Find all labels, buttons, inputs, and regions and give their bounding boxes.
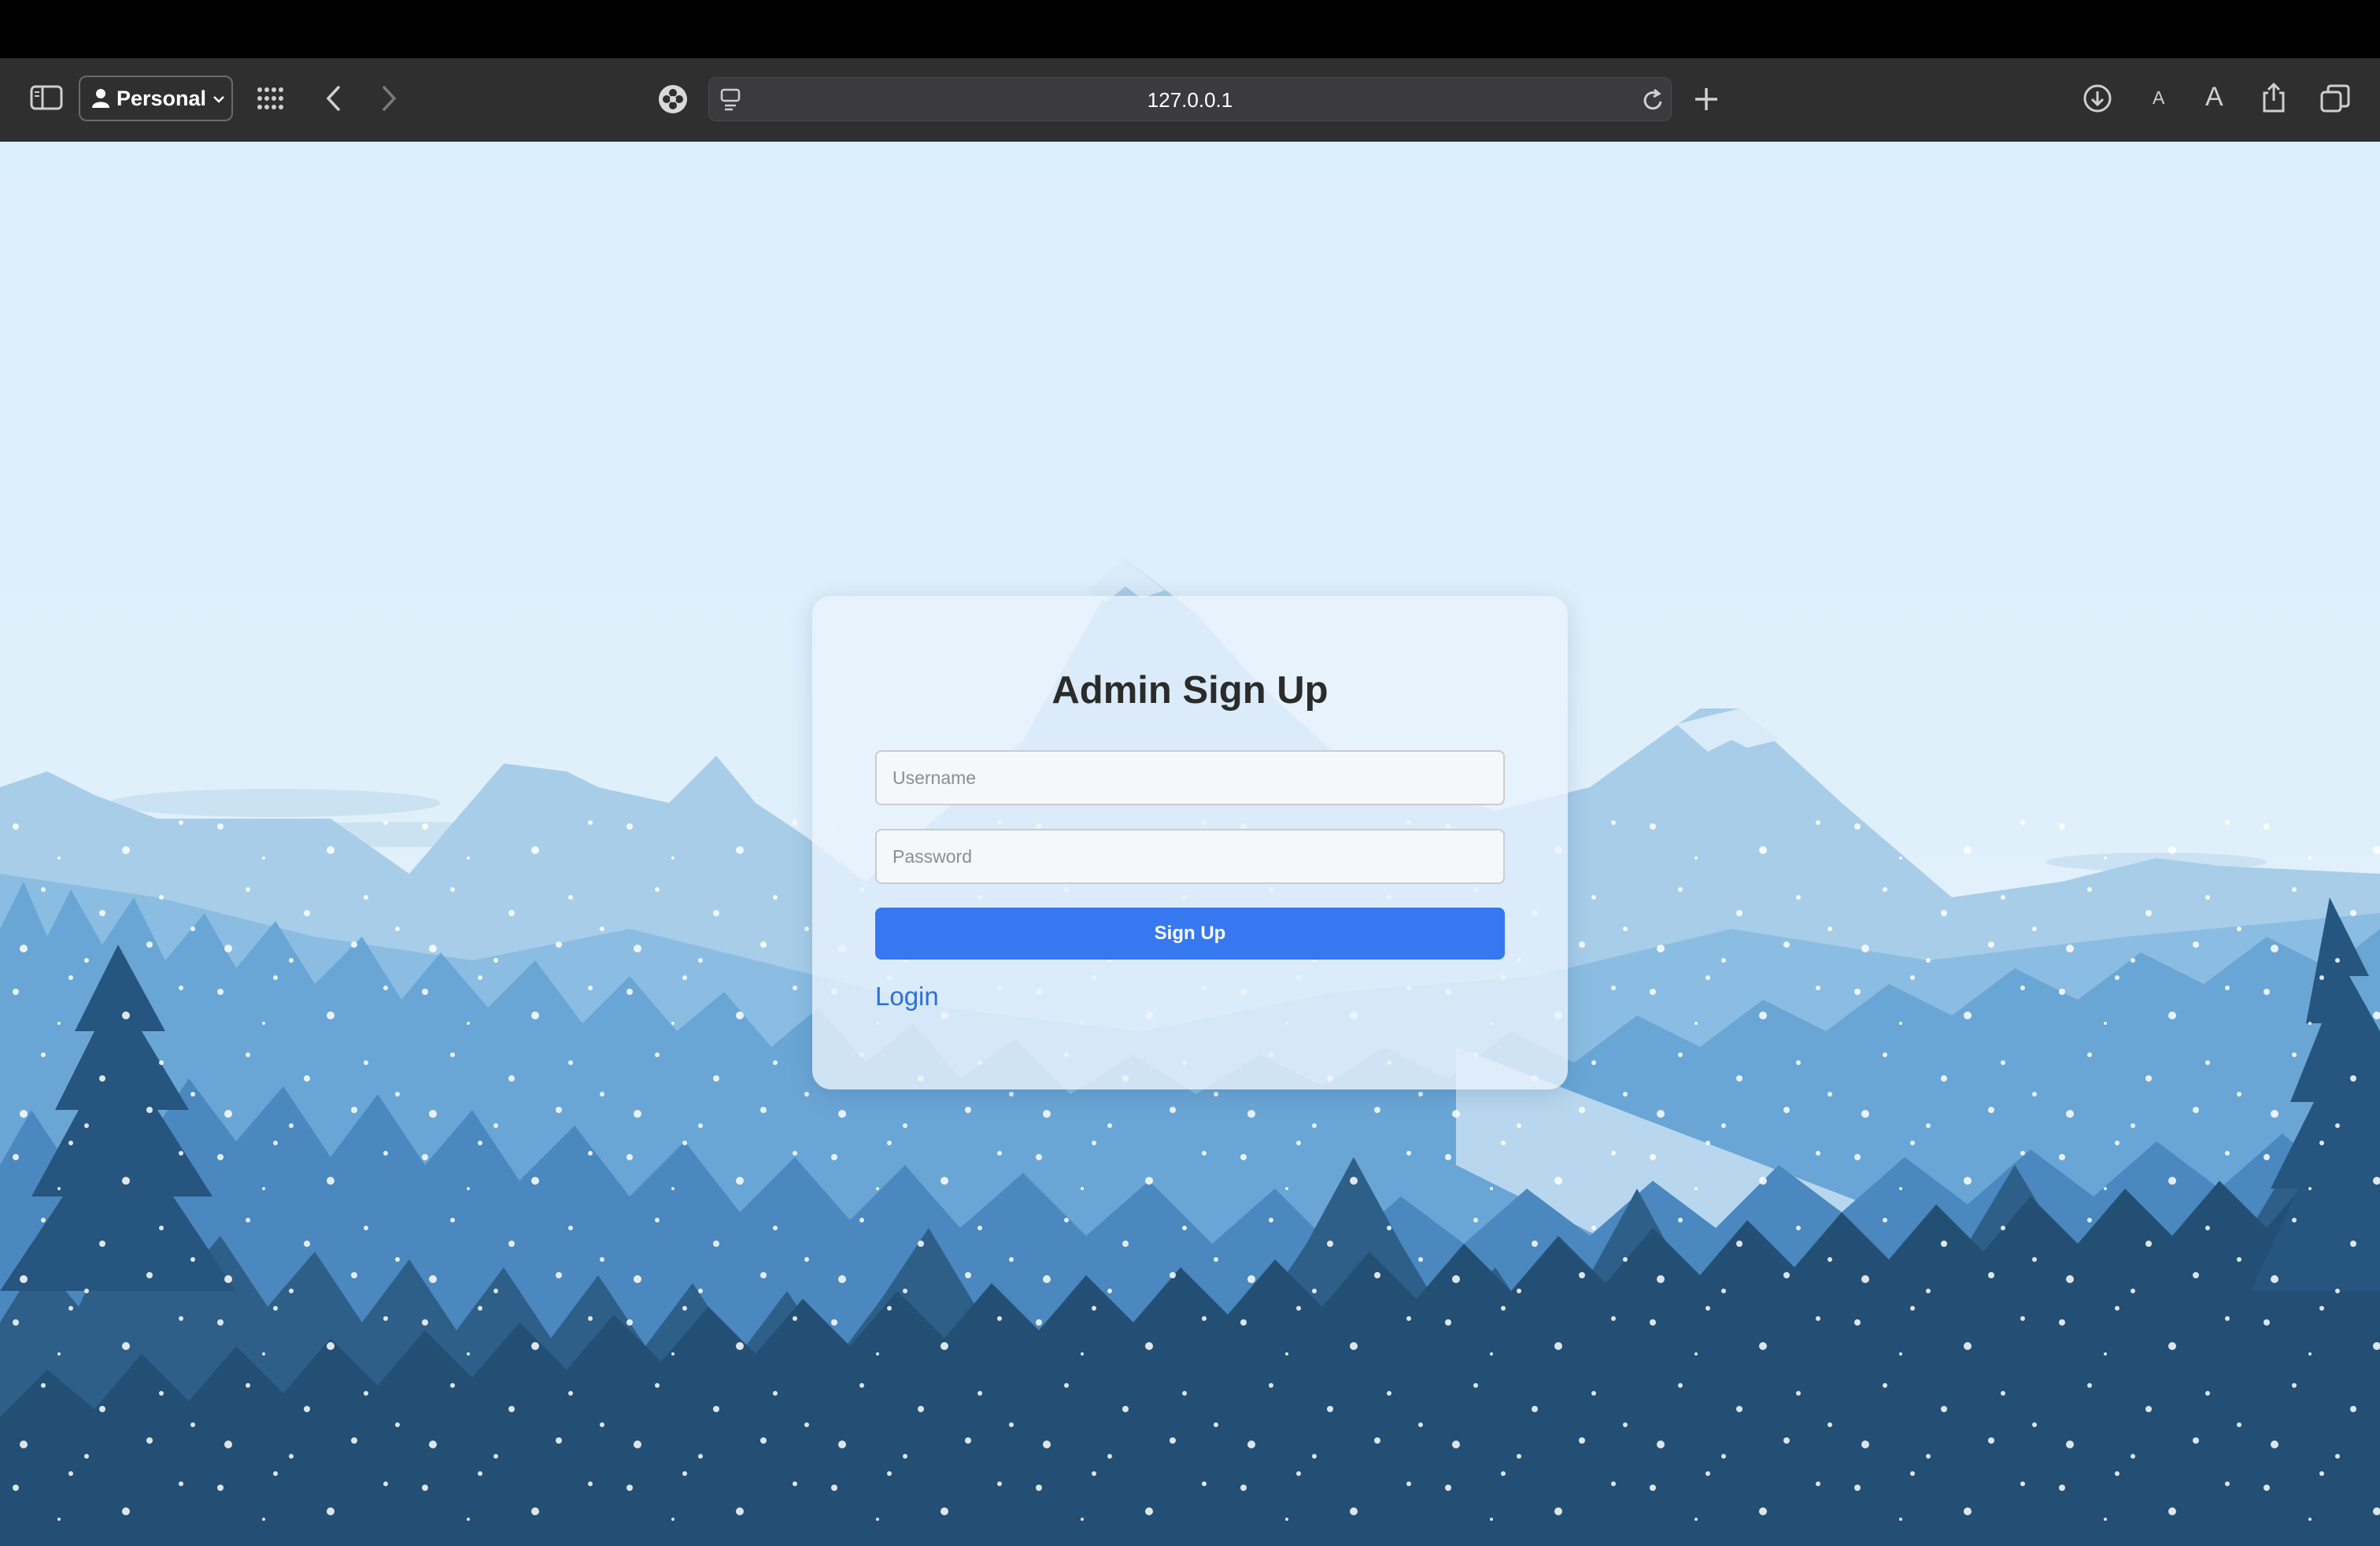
- url-text[interactable]: 127.0.0.1: [709, 88, 1671, 113]
- page-title: Admin Sign Up: [1051, 669, 1329, 712]
- username-field[interactable]: [875, 750, 1505, 805]
- chevron-down-icon: [213, 94, 225, 104]
- profile-name: Personal: [116, 87, 207, 110]
- signup-card: Admin Sign Up Sign Up Login: [812, 596, 1568, 1089]
- text-smaller-button[interactable]: A: [2153, 87, 2164, 109]
- profile-switcher[interactable]: Personal: [79, 76, 233, 121]
- tabs-icon[interactable]: [2320, 84, 2350, 113]
- login-link[interactable]: Login: [875, 982, 939, 1012]
- grid-icon[interactable]: [257, 87, 285, 110]
- share-icon[interactable]: [2260, 82, 2287, 113]
- sign-up-button[interactable]: Sign Up: [875, 908, 1505, 960]
- page-viewport: Admin Sign Up Sign Up Login: [0, 142, 2380, 1546]
- reload-icon[interactable]: [1641, 87, 1665, 113]
- sidebar-icon[interactable]: [30, 85, 65, 110]
- extension-icon[interactable]: [658, 84, 688, 114]
- forward-icon[interactable]: [379, 85, 398, 112]
- text-larger-button[interactable]: A: [2205, 82, 2223, 113]
- download-icon[interactable]: [2082, 83, 2112, 113]
- address-bar[interactable]: 127.0.0.1: [708, 77, 1672, 121]
- person-icon: [91, 88, 110, 109]
- new-tab-icon[interactable]: [1694, 87, 1719, 112]
- back-icon[interactable]: [324, 85, 343, 112]
- password-field[interactable]: [875, 829, 1505, 884]
- system-menu-bar: [0, 0, 2380, 58]
